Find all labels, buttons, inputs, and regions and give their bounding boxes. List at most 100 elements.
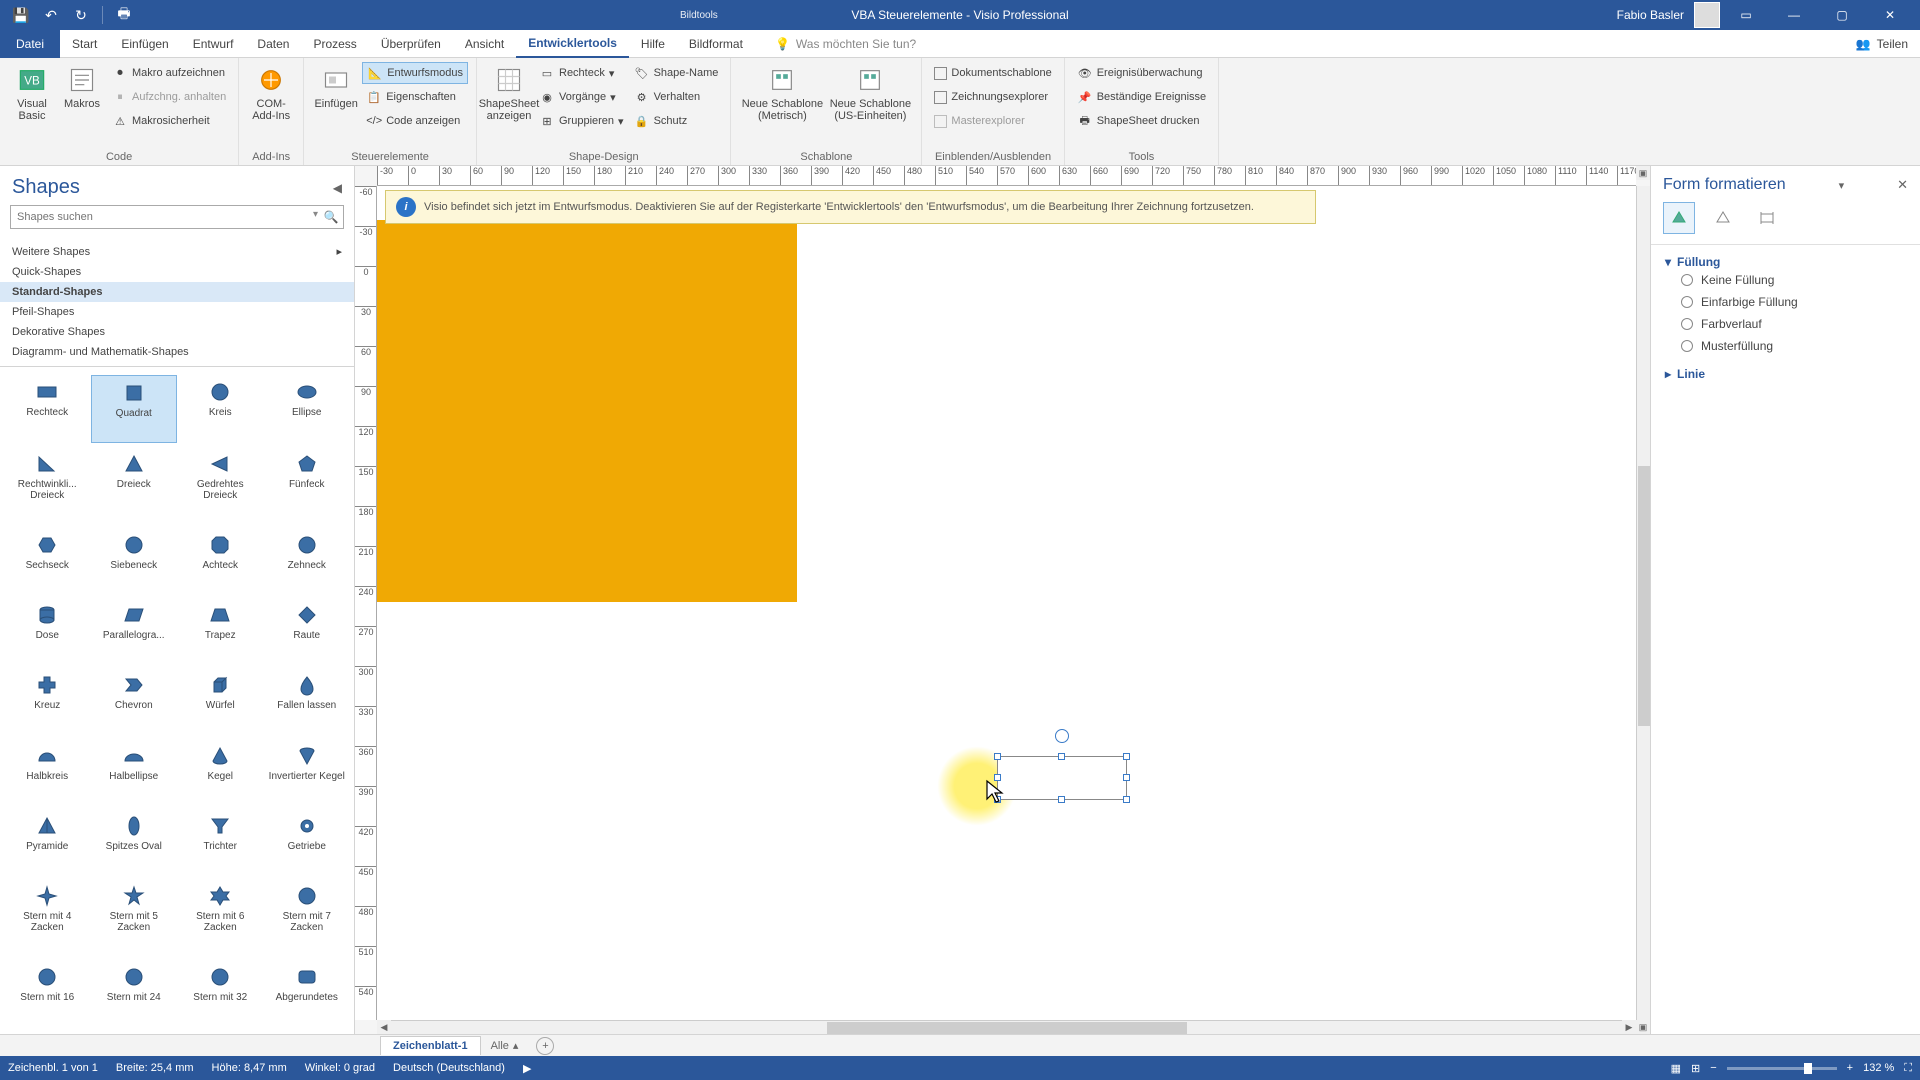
shape-s6[interactable]: Stern mit 6 Zacken [177,879,264,956]
resize-handle-nw[interactable] [994,753,1001,760]
macros-button[interactable]: Makros [58,62,106,114]
tell-me-search[interactable]: 💡 Was möchten Sie tun? [775,37,916,51]
shape-ell[interactable]: Ellipse [264,375,351,443]
shape-dec[interactable]: Zehneck [264,528,351,594]
shape-icone[interactable]: Invertierter Kegel [264,739,351,805]
zoom-in-icon[interactable]: + [1847,1062,1853,1074]
shape-s7[interactable]: Stern mit 7 Zacken [264,879,351,956]
print-icon[interactable]: 🖶 [111,2,137,28]
effects-tab[interactable] [1707,202,1739,234]
shape-cyl[interactable]: Dose [4,598,91,664]
insert-control-button[interactable]: Einfügen [312,62,360,114]
page-width-icon[interactable]: ⊞ [1691,1062,1700,1075]
shape-s16[interactable]: Stern mit 16 [4,960,91,1026]
save-icon[interactable]: 💾 [8,2,34,28]
avatar[interactable] [1694,2,1720,28]
tab-data[interactable]: Daten [245,30,301,58]
rotation-handle[interactable] [1055,729,1069,743]
fit-page-icon[interactable]: ⛶ [1904,1062,1912,1075]
shape-s24[interactable]: Stern mit 24 [91,960,178,1026]
collapse-panel-icon[interactable]: ◀ [333,181,342,195]
design-mode-button[interactable]: 📐Entwurfsmodus [362,62,468,84]
resize-handle-w[interactable] [994,774,1001,781]
share-button[interactable]: 👥 Teilen [1856,37,1908,51]
ribbon-options-icon[interactable]: ▭ [1724,0,1768,30]
shape-pyr[interactable]: Pyramide [4,809,91,875]
tab-design[interactable]: Entwurf [181,30,246,58]
print-shapesheet-button[interactable]: 🖶ShapeSheet drucken [1073,110,1210,132]
fill-solid-option[interactable]: Einfarbige Füllung [1665,291,1906,313]
macro-recording-icon[interactable]: ▶ [523,1062,531,1075]
drawing-canvas[interactable]: i Visio befindet sich jetzt im Entwurfsm… [377,186,1636,1020]
togg -doc-stencil[interactable]: Dokumentschablone [930,62,1055,84]
tab-file[interactable]: Datei [0,30,60,58]
behavior-button[interactable]: ⚙Verhalten [630,86,723,108]
resize-handle-e[interactable] [1123,774,1130,781]
close-pane-icon[interactable]: ✕ [1897,177,1908,193]
tab-review[interactable]: Überprüfen [369,30,453,58]
stencil-item[interactable]: Diagramm- und Mathematik-Shapes [0,342,354,362]
shape-tri[interactable]: Dreieck [91,447,178,524]
tab-insert[interactable]: Einfügen [109,30,180,58]
shape-oct[interactable]: Achteck [177,528,264,594]
resize-handle-se[interactable] [1123,796,1130,803]
shape-trap[interactable]: Trapez [177,598,264,664]
resize-handle-sw[interactable] [994,796,1001,803]
shape-semie[interactable]: Halbellipse [91,739,178,805]
shape-circ[interactable]: Kreis [177,375,264,443]
resize-handle-s[interactable] [1058,796,1065,803]
tab-view[interactable]: Ansicht [453,30,516,58]
rectangle-tool-button[interactable]: ▭Rechteck ▾ [535,62,628,84]
status-language[interactable]: Deutsch (Deutschland) [393,1062,505,1075]
shape-gear[interactable]: Getriebe [264,809,351,875]
record-macro-button[interactable]: ⏺Makro aufzeichnen [108,62,230,84]
protection-button[interactable]: 🔒Schutz [630,110,723,132]
shape-fun[interactable]: Trichter [177,809,264,875]
ruler-corner-br[interactable]: ▣ [1636,1020,1650,1034]
pane-dropdown-icon[interactable]: ▾ [1839,179,1845,192]
shape-name-button[interactable]: 🏷Shape-Name [630,62,723,84]
fill-line-tab[interactable] [1663,202,1695,234]
tab-developer[interactable]: Entwicklertools [516,30,629,58]
shape-ltri[interactable]: Gedrehtes Dreieck [177,447,264,524]
fill-gradient-option[interactable]: Farbverlauf [1665,313,1906,335]
scroll-left-icon[interactable]: ◀ [377,1020,391,1034]
shape-cube[interactable]: Würfel [177,668,264,734]
shape-cone[interactable]: Kegel [177,739,264,805]
fill-section-header[interactable]: ▾ Füllung [1665,255,1906,269]
toggle-master-explorer[interactable]: Masterexplorer [930,110,1055,132]
macro-security-button[interactable]: ⚠Makrosicherheit [108,110,230,132]
shape-sq[interactable]: Quadrat [91,375,178,443]
redo-icon[interactable]: ↻ [68,2,94,28]
stencil-item[interactable]: Dekorative Shapes [0,322,354,342]
minimize-icon[interactable]: — [1772,0,1816,30]
operations-button[interactable]: ◉Vorgänge ▾ [535,86,628,108]
scroll-right-icon[interactable]: ▶ [1622,1020,1636,1034]
shape-poval[interactable]: Spitzes Oval [91,809,178,875]
shape-s4[interactable]: Stern mit 4 Zacken [4,879,91,956]
search-input[interactable] [10,205,344,229]
fill-none-option[interactable]: Keine Füllung [1665,269,1906,291]
horizontal-scrollbar[interactable]: ◀ ▶ [377,1020,1636,1034]
maximize-icon[interactable]: ▢ [1820,0,1864,30]
undo-icon[interactable]: ↶ [38,2,64,28]
view-code-button[interactable]: </>Code anzeigen [362,110,468,132]
stencil-item[interactable]: Quick-Shapes [0,262,354,282]
dropdown-icon[interactable]: ▾ [313,209,318,220]
tab-process[interactable]: Prozess [301,30,368,58]
close-icon[interactable]: ✕ [1868,0,1912,30]
resize-handle-ne[interactable] [1123,753,1130,760]
presentation-mode-icon[interactable]: ▦ [1671,1062,1681,1075]
shape-semi[interactable]: Halbkreis [4,739,91,805]
event-monitor-button[interactable]: 👁Ereignisüberwachung [1073,62,1210,84]
new-stencil-metric-button[interactable]: Neue Schablone (Metrisch) [739,62,825,126]
shape-chev[interactable]: Chevron [91,668,178,734]
pause-recording-button[interactable]: ⏸Aufzchng. anhalten [108,86,230,108]
shape-rect[interactable]: Rechteck [4,375,91,443]
shapes-search[interactable]: ▾ 🔍 [10,205,344,229]
toggle-drawing-explorer[interactable]: Zeichnungsexplorer [930,86,1055,108]
shape-s32[interactable]: Stern mit 32 [177,960,264,1026]
resize-handle-n[interactable] [1058,753,1065,760]
shape-drop[interactable]: Fallen lassen [264,668,351,734]
visual-basic-button[interactable]: VB Visual Basic [8,62,56,126]
